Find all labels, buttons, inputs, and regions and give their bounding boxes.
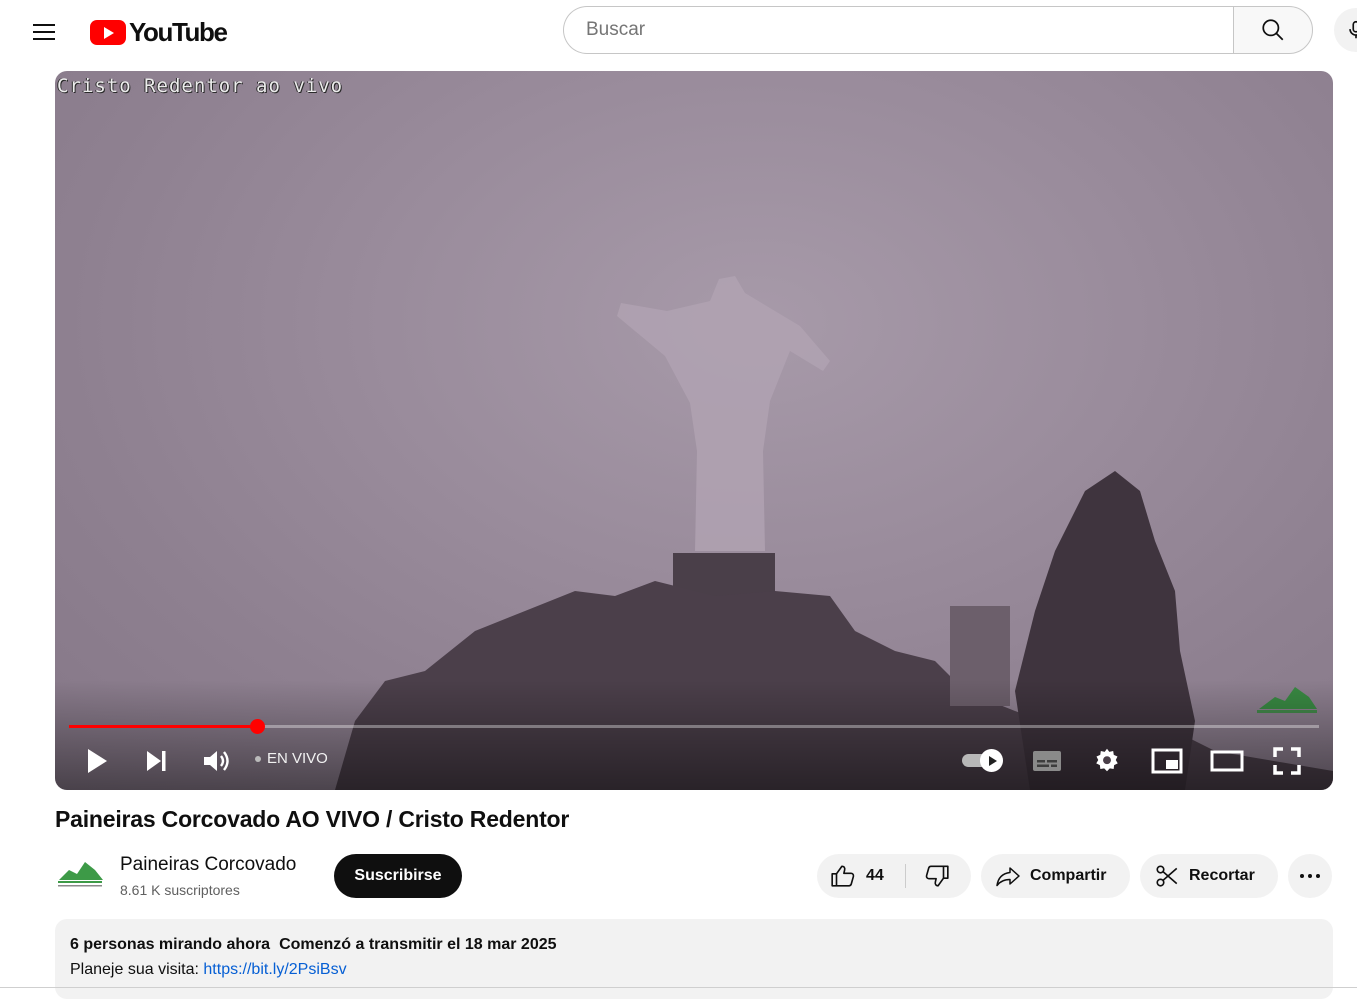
stream-start-date: Comenzó a transmitir el 18 mar 2025: [279, 936, 557, 953]
progress-bar[interactable]: [69, 719, 1319, 734]
clip-button[interactable]: Recortar: [1140, 854, 1278, 898]
theater-icon: [1210, 750, 1244, 772]
description-prefix: Planeje sua visita:: [70, 961, 204, 978]
scissors-icon: [1156, 865, 1178, 887]
microphone-icon: [1349, 20, 1357, 39]
description-meta: 6 personas mirando ahora Comenzó a transm…: [70, 936, 557, 954]
stream-overlay-text: Cristo Redentor ao vivo: [57, 75, 344, 97]
progress-played: [69, 725, 257, 728]
masthead: YouTube: [0, 0, 1357, 64]
channel-name[interactable]: Paineiras Corcovado: [120, 854, 296, 876]
progress-scrubber[interactable]: [249, 719, 265, 734]
search-icon: [1262, 19, 1284, 41]
autoplay-toggle-icon: [980, 749, 1003, 772]
theater-mode-button[interactable]: [1207, 741, 1247, 781]
clip-label: Recortar: [1189, 867, 1255, 884]
page-divider: [0, 987, 1357, 988]
live-label: EN VIVO: [267, 750, 328, 767]
like-button[interactable]: 44: [817, 854, 884, 898]
next-icon: [147, 751, 166, 771]
video-title: Paineiras Corcovado AO VIVO / Cristo Red…: [55, 806, 570, 832]
like-divider: [905, 864, 906, 888]
like-dislike-group: 44: [817, 854, 971, 898]
youtube-logo[interactable]: YouTube: [90, 16, 228, 47]
logo-text: YouTube: [129, 16, 228, 47]
description-link[interactable]: https://bit.ly/2PsiBsv: [203, 961, 346, 978]
miniplayer-button[interactable]: [1147, 741, 1187, 781]
share-button[interactable]: Compartir: [981, 854, 1130, 898]
live-dot: [255, 755, 261, 762]
search-button[interactable]: [1233, 6, 1313, 54]
autoplay-toggle[interactable]: [962, 749, 1008, 772]
fullscreen-button[interactable]: [1267, 741, 1307, 781]
channel-avatar[interactable]: [55, 854, 105, 894]
play-icon: [88, 749, 107, 773]
dislike-icon: [925, 865, 949, 887]
search-box[interactable]: [563, 6, 1233, 54]
controls-gradient: [55, 680, 1333, 790]
share-icon: [996, 867, 1020, 887]
voice-search-button[interactable]: [1334, 8, 1357, 52]
dislike-button[interactable]: [917, 854, 957, 898]
volume-icon: [204, 751, 229, 771]
next-button[interactable]: [136, 741, 176, 781]
search-input[interactable]: [584, 18, 1233, 42]
video-player[interactable]: Cristo Redentor ao vivo EN VIVO: [55, 71, 1333, 790]
volume-button[interactable]: [196, 741, 236, 781]
subtitles-icon: [1033, 751, 1061, 771]
settings-button[interactable]: [1087, 741, 1127, 781]
like-count: 44: [866, 867, 884, 884]
live-badge[interactable]: EN VIVO: [255, 750, 328, 767]
like-icon: [831, 865, 855, 887]
more-actions-button[interactable]: [1288, 854, 1332, 898]
menu-icon[interactable]: [24, 12, 64, 52]
fullscreen-icon: [1273, 747, 1301, 775]
youtube-logo-icon: [90, 19, 126, 45]
miniplayer-icon: [1151, 748, 1183, 774]
description-text: Planeje sua visita: https://bit.ly/2PsiB…: [70, 961, 347, 979]
settings-icon: [1096, 748, 1118, 772]
play-button[interactable]: [77, 741, 117, 781]
more-icon: [1300, 874, 1320, 878]
subscriber-count: 8.61 K suscriptores: [120, 882, 240, 898]
share-label: Compartir: [1030, 867, 1107, 884]
subtitles-button[interactable]: [1027, 741, 1067, 781]
subscribe-button[interactable]: Suscribirse: [334, 854, 462, 898]
viewer-count: 6 personas mirando ahora: [70, 936, 271, 953]
